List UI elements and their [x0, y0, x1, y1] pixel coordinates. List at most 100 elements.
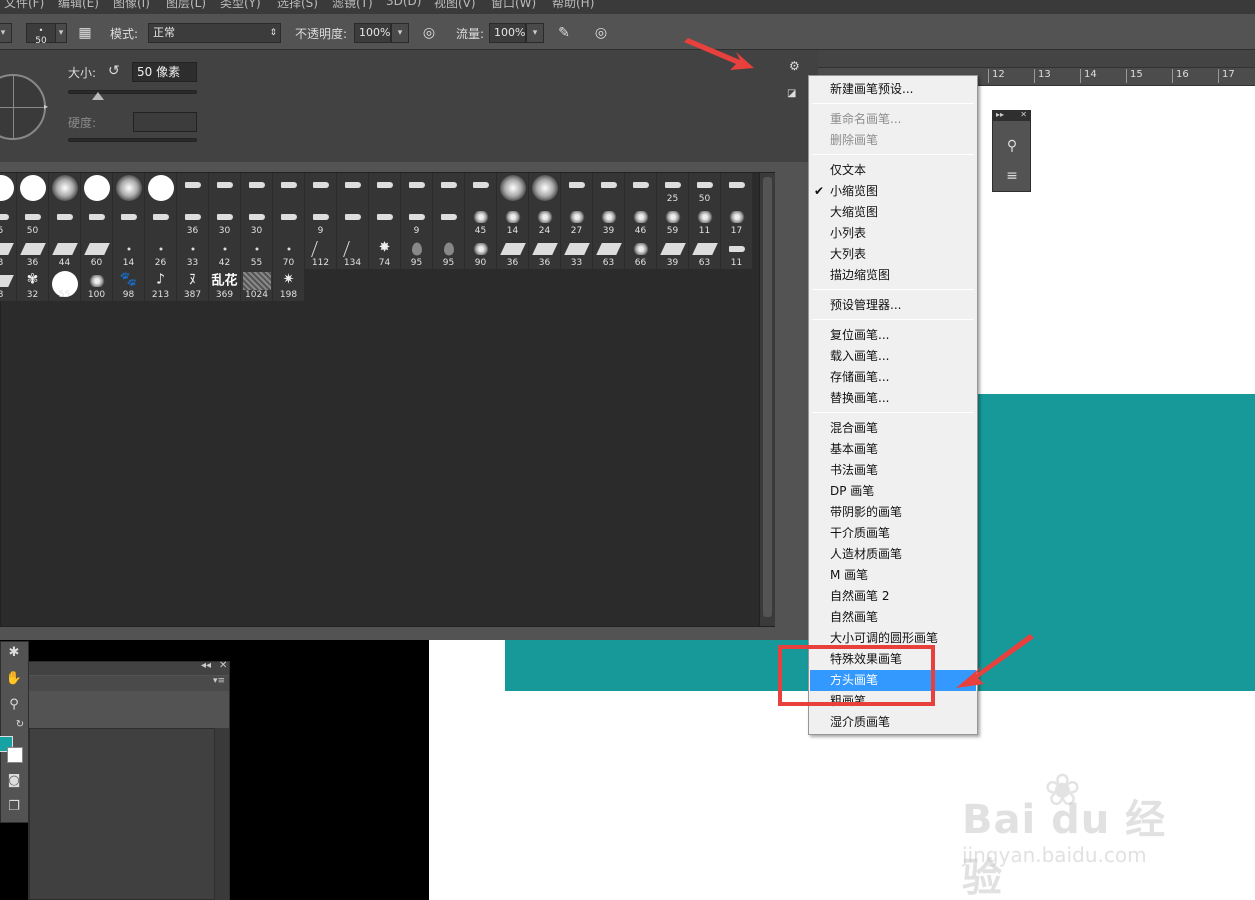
brush-tip-cell[interactable]: 134 — [337, 237, 369, 269]
brush-tip-cell[interactable]: 5 — [0, 205, 17, 237]
brush-tip-cell[interactable]: 44 — [49, 237, 81, 269]
brush-picker-arrow[interactable]: ▾ — [55, 23, 67, 43]
close-icon[interactable]: ✕ — [219, 660, 227, 671]
brush-tip-cell[interactable] — [145, 205, 177, 237]
brush-size-picker[interactable]: • 50 — [26, 23, 56, 46]
menu-item[interactable]: 存储画笔... — [810, 367, 976, 388]
brush-tip-cell[interactable] — [561, 173, 593, 205]
brush-tip-cell[interactable]: 90 — [465, 237, 497, 269]
brush-angle-preview[interactable] — [0, 74, 46, 140]
hand-tool-icon[interactable]: ✋ — [3, 668, 25, 690]
brush-tip-cell[interactable]: 59 — [657, 205, 689, 237]
brush-tip-cell[interactable] — [177, 173, 209, 205]
brush-tip-cell[interactable] — [337, 205, 369, 237]
zoom-tool-icon[interactable]: ⚲ — [3, 694, 25, 716]
menu-item[interactable]: M 画笔 — [810, 565, 976, 586]
brush-tip-cell[interactable]: 55 — [241, 237, 273, 269]
menu-item[interactable]: 窗口(W) — [491, 0, 536, 11]
brush-tip-cell[interactable] — [401, 173, 433, 205]
brush-tip-cell[interactable]: ✷ 198 — [273, 269, 305, 301]
brush-tip-cell[interactable]: ✸ 74 — [369, 237, 401, 269]
brush-presets-icon[interactable]: ⚲ — [1002, 135, 1022, 157]
menu-item[interactable]: 帮助(H) — [552, 0, 594, 11]
brush-tip-cell[interactable]: 33 — [177, 237, 209, 269]
brush-tip-cell[interactable]: 95 — [401, 237, 433, 269]
brush-tip-cell[interactable]: 55 — [49, 269, 81, 301]
brush-tip-cell[interactable]: 70 — [273, 237, 305, 269]
menu-item[interactable]: 干介质画笔 — [810, 523, 976, 544]
menu-item[interactable]: ✔ 小缩览图 — [810, 181, 976, 202]
brush-settings-icon[interactable]: ≡ — [1002, 165, 1022, 187]
brush-tip-cell[interactable] — [369, 205, 401, 237]
brush-tip-cell[interactable] — [113, 173, 145, 205]
menu-item[interactable]: 小列表 — [810, 223, 976, 244]
brush-tip-cell[interactable]: 24 — [529, 205, 561, 237]
menu-item[interactable]: DP 画笔 — [810, 481, 976, 502]
brush-tip-cell[interactable]: ✾ 32 — [17, 269, 49, 301]
opacity-input[interactable]: 100% — [354, 23, 391, 43]
brush-tip-cell[interactable]: 25 — [657, 173, 689, 205]
brush-tip-cell[interactable]: 100 — [81, 269, 113, 301]
brush-tip-cell[interactable] — [369, 173, 401, 205]
menu-item[interactable]: 视图(V) — [434, 0, 476, 11]
brush-tip-cell[interactable]: 39 — [593, 205, 625, 237]
screen-mode-icon[interactable]: ❐ — [3, 796, 25, 818]
brush-tip-cell[interactable]: 66 — [625, 237, 657, 269]
size-slider-thumb[interactable] — [91, 92, 104, 100]
brush-tip-cell[interactable] — [497, 173, 529, 205]
brush-grid-scrollbar[interactable] — [759, 173, 775, 626]
size-input[interactable]: 50 像素 — [132, 62, 197, 82]
collapse-icon[interactable]: ◂◂ — [201, 660, 211, 671]
brush-tip-cell[interactable]: 63 — [689, 237, 721, 269]
mode-select[interactable]: 正常 ⇕ — [148, 23, 281, 43]
tool-preset-dropdown[interactable]: ▾ — [0, 23, 12, 43]
brush-tip-cell[interactable]: ﾇ 387 — [177, 269, 209, 301]
brush-tip-cell[interactable]: 36 — [17, 237, 49, 269]
menu-item[interactable]: 滤镜(T) — [332, 0, 373, 11]
brush-tip-cell[interactable]: 60 — [81, 237, 113, 269]
brush-tip-cell[interactable]: 11 — [689, 205, 721, 237]
brush-tip-cell[interactable] — [241, 173, 273, 205]
brush-tip-cell[interactable]: 3 — [0, 237, 17, 269]
brush-tip-cell[interactable]: 11 — [721, 237, 753, 269]
reset-size-icon[interactable]: ↺ — [108, 63, 120, 79]
brush-tip-cell[interactable]: 17 — [721, 205, 753, 237]
flow-input[interactable]: 100% — [489, 23, 526, 43]
new-preset-icon[interactable]: ◪ — [787, 88, 796, 99]
brush-tip-cell[interactable] — [529, 173, 561, 205]
brush-tip-cell[interactable]: 14 — [497, 205, 529, 237]
menu-item[interactable]: 3D(D) — [386, 0, 421, 8]
brush-tip-cell[interactable] — [625, 173, 657, 205]
opacity-dropdown[interactable]: ▾ — [391, 23, 409, 43]
brush-tip-cell[interactable] — [0, 173, 17, 205]
flow-dropdown[interactable]: ▾ — [526, 23, 544, 43]
menu-item[interactable]: 自然画笔 — [810, 607, 976, 628]
brush-tip-cell[interactable] — [113, 205, 145, 237]
menu-item[interactable]: 混合画笔 — [810, 418, 976, 439]
brush-panel-toggle-icon[interactable]: ▦ — [75, 23, 95, 43]
brush-tip-cell[interactable]: 9 — [401, 205, 433, 237]
pressure-opacity-icon[interactable]: ◎ — [419, 23, 439, 43]
menu-item[interactable]: 书法画笔 — [810, 460, 976, 481]
brush-tip-cell[interactable]: 36 — [177, 205, 209, 237]
brush-tip-cell[interactable] — [49, 205, 81, 237]
quick-mask-icon[interactable]: ◙ — [3, 770, 25, 792]
brush-tip-cell[interactable]: 112 — [305, 237, 337, 269]
brush-tip-cell[interactable] — [305, 173, 337, 205]
brush-tip-cell[interactable]: 36 — [529, 237, 561, 269]
brush-tip-cell[interactable]: 42 — [209, 237, 241, 269]
brush-tip-cell[interactable] — [145, 173, 177, 205]
brush-tip-cell[interactable] — [17, 173, 49, 205]
custom-shape-tool-icon[interactable]: ✱ — [3, 642, 25, 664]
gear-icon[interactable]: ⚙ — [789, 59, 800, 73]
menu-item[interactable]: 仅文本 — [810, 160, 976, 181]
brush-tip-cell[interactable] — [49, 173, 81, 205]
brush-tip-cell[interactable] — [81, 205, 113, 237]
panel-menu-icon[interactable]: ▾≡ — [213, 676, 225, 686]
scrollbar-thumb[interactable] — [763, 177, 772, 617]
brush-tip-cell[interactable]: 45 — [465, 205, 497, 237]
brush-tip-cell[interactable]: 63 — [593, 237, 625, 269]
menu-item[interactable]: 编辑(E) — [58, 0, 99, 11]
brush-tip-cell[interactable]: 95 — [433, 237, 465, 269]
hardness-input[interactable] — [133, 112, 197, 132]
